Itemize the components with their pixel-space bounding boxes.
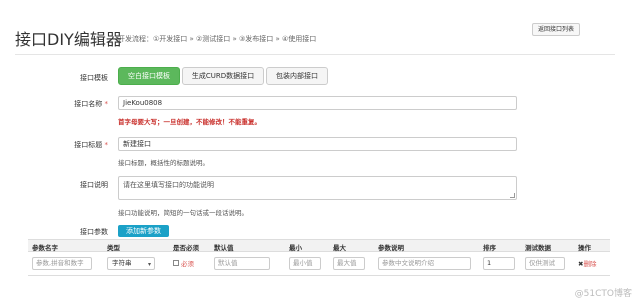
col-description: 参数说明 bbox=[378, 244, 404, 252]
required-mark: * bbox=[104, 141, 109, 149]
param-required-label: 必须 bbox=[181, 260, 194, 268]
col-order: 排序 bbox=[483, 244, 496, 252]
param-required-checkbox[interactable] bbox=[173, 260, 179, 266]
delete-param-link[interactable]: ✖删除 bbox=[578, 258, 596, 268]
param-order-input[interactable]: 1 bbox=[483, 257, 515, 270]
param-type-value: 字符串 bbox=[112, 259, 132, 267]
col-max: 最大 bbox=[333, 244, 346, 252]
name-input[interactable]: JieKou0808 bbox=[118, 96, 517, 110]
params-label: 接口参数 bbox=[80, 228, 108, 236]
name-label: 接口名称 * bbox=[48, 99, 108, 109]
params-table: 参数名字 类型 是否必须 默认值 最小 最大 参数说明 排序 测试数据 操作 参… bbox=[28, 239, 610, 279]
description-placeholder: 请在这里填写接口的功能说明 bbox=[123, 181, 214, 189]
col-min: 最小 bbox=[289, 244, 302, 252]
add-param-button[interactable]: 添加新参数 bbox=[118, 225, 169, 237]
chevron-down-icon: ▾ bbox=[147, 261, 151, 268]
template-label: 接口模板 bbox=[80, 74, 108, 82]
col-required: 是否必须 bbox=[173, 244, 199, 252]
col-actions: 操作 bbox=[578, 244, 591, 252]
title-label: 接口标题 * bbox=[48, 140, 108, 150]
description-help: 接口功能说明，简短的一句话或一段话说明。 bbox=[118, 209, 248, 217]
workflow-subtitle: 开发流程：①开发接口 » ②测试接口 » ③发布接口 » ④使用接口 bbox=[118, 35, 317, 43]
template-blank-button[interactable]: 空白接口模板 bbox=[118, 67, 180, 85]
table-header: 参数名字 类型 是否必须 默认值 最小 最大 参数说明 排序 测试数据 操作 bbox=[28, 239, 610, 252]
param-type-select[interactable]: 字符串 ▾ bbox=[107, 257, 155, 270]
title-input[interactable]: 新建接口 bbox=[118, 137, 517, 151]
param-test-data-input[interactable]: 仅供测试 bbox=[525, 257, 565, 270]
header-divider bbox=[15, 54, 615, 55]
template-curd-button[interactable]: 生成CURD数据接口 bbox=[182, 67, 264, 85]
watermark: @51CTO博客 bbox=[574, 289, 632, 299]
table-row: 参数,拼音和数字 字符串 ▾ 必须 默认值 最小值 最大值 参数中文说明介绍 1… bbox=[28, 252, 610, 276]
param-default-input[interactable]: 默认值 bbox=[214, 257, 270, 270]
col-test-data: 测试数据 bbox=[525, 244, 551, 252]
name-label-text: 接口名称 bbox=[74, 100, 103, 108]
required-mark: * bbox=[104, 100, 109, 108]
description-label: 接口说明 bbox=[80, 181, 108, 189]
name-warning: 首字母要大写；一旦创建，不能修改！不能重复。 bbox=[118, 118, 261, 126]
col-param-name: 参数名字 bbox=[32, 244, 58, 252]
param-name-input[interactable]: 参数,拼音和数字 bbox=[32, 257, 92, 270]
back-to-list-button[interactable]: 返回接口列表 bbox=[532, 23, 580, 36]
param-max-input[interactable]: 最大值 bbox=[333, 257, 365, 270]
delete-label: 删除 bbox=[583, 260, 597, 268]
param-description-input[interactable]: 参数中文说明介绍 bbox=[378, 257, 471, 270]
title-label-text: 接口标题 bbox=[74, 141, 103, 149]
resize-grip-icon[interactable] bbox=[510, 193, 515, 198]
template-wrap-internal-button[interactable]: 包装内部接口 bbox=[266, 67, 328, 85]
col-type: 类型 bbox=[107, 244, 120, 252]
col-default: 默认值 bbox=[214, 244, 234, 252]
param-min-input[interactable]: 最小值 bbox=[289, 257, 321, 270]
page-title: 接口DIY编辑器 bbox=[15, 30, 122, 49]
description-textarea[interactable]: 请在这里填写接口的功能说明 bbox=[118, 176, 517, 200]
title-help: 接口标题，概括性的标题说明。 bbox=[118, 159, 209, 167]
